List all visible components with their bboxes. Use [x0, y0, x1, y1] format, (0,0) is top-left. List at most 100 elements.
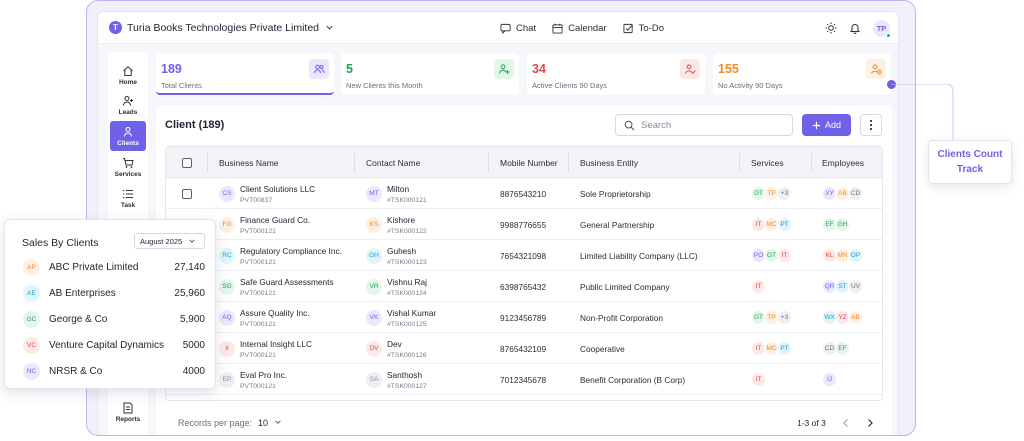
business-id: PVT000121 — [240, 258, 276, 266]
initials-chip[interactable]: UV — [848, 279, 863, 294]
business-name[interactable]: Client Solutions LLC — [240, 184, 315, 194]
business-info: Eval Pro Inc. PVT000121 — [240, 370, 287, 390]
contact-name[interactable]: Vishal Kumar — [387, 308, 436, 318]
sales-row[interactable]: AP ABC Private Limited 27,140 — [23, 257, 205, 277]
initials-chip[interactable]: GH — [835, 217, 850, 232]
initials-chip[interactable]: EF — [835, 341, 850, 356]
stat-new-clients[interactable]: 5 New Clients this Month — [341, 53, 519, 95]
page-range: 1-3 of 3 — [797, 418, 826, 428]
table-row[interactable]: FG Finance Guard Co. PVT000121 KS Kishore #TS… — [166, 209, 882, 240]
user-avatar[interactable]: TP — [873, 19, 891, 38]
add-button[interactable]: Add — [802, 114, 851, 136]
search-input[interactable] — [641, 119, 781, 131]
services-chips: IT MC PT — [751, 217, 792, 232]
business-cell: RC Regulatory Compliance Inc. PVT000121 — [219, 240, 342, 271]
select-all-checkbox[interactable] — [182, 157, 192, 168]
initials-chip[interactable]: +3 — [777, 310, 792, 325]
contact-name[interactable]: Milton — [387, 184, 427, 194]
col-employees[interactable]: Employees — [822, 147, 864, 178]
business-name[interactable]: Safe Guard Assessments — [240, 277, 334, 287]
sales-amount: 25,960 — [174, 287, 205, 299]
org-switcher[interactable]: T Turia Books Technologies Private Limit… — [109, 21, 334, 34]
todo-icon — [623, 23, 633, 33]
business-name[interactable]: Assure Quality Inc. — [240, 308, 310, 318]
task-icon — [123, 189, 133, 198]
sun-icon[interactable] — [825, 22, 837, 34]
sidebar-item-reports[interactable]: Reports — [110, 397, 146, 427]
business-name[interactable]: Internal Insight LLC — [240, 339, 312, 349]
table-row[interactable]: SG Safe Guard Assessments PVT000121 VR Vishn… — [166, 271, 882, 302]
sidebar-item-home[interactable]: Home — [110, 60, 146, 90]
initials-chip[interactable]: IT — [751, 372, 766, 387]
bell-icon[interactable] — [849, 22, 861, 34]
sales-row[interactable]: AE AB Enterprises 25,960 — [23, 283, 205, 303]
table-row[interactable]: CS Client Solutions LLC PVT00837 MT Milton #T… — [166, 178, 882, 209]
search-box[interactable] — [615, 114, 793, 136]
sidebar-item-leads[interactable]: Leads — [110, 90, 146, 120]
initials-chip[interactable]: PT — [777, 217, 792, 232]
contact-name[interactable]: Kishore — [387, 215, 427, 225]
employees-cell: EF GH — [822, 209, 850, 240]
business-avatar: EP — [219, 371, 235, 388]
contact-name[interactable]: Santhosh — [387, 370, 427, 380]
records-select[interactable]: 10 — [258, 418, 268, 428]
stat-no-activity[interactable]: 155 No Activity 90 Days — [713, 53, 891, 95]
contact-id: #TSK000123 — [387, 258, 427, 266]
row-checkbox[interactable] — [182, 188, 192, 199]
initials-chip[interactable]: +3 — [777, 186, 792, 201]
business-name[interactable]: Regulatory Compliance Inc. — [240, 246, 342, 256]
contact-name[interactable]: Guhesh — [387, 246, 427, 256]
initials-chip[interactable]: OP — [848, 248, 863, 263]
contact-id: #TSK000125 — [387, 320, 427, 328]
col-services[interactable]: Services — [751, 147, 784, 178]
nav-chat[interactable]: Chat — [500, 23, 536, 34]
chevron-down-icon[interactable] — [274, 418, 282, 426]
initials-chip[interactable]: PT — [777, 341, 792, 356]
sales-row[interactable]: VC Venture Capital Dynamics 5000 — [23, 335, 205, 355]
nav-chat-label: Chat — [516, 22, 537, 34]
nav-todo[interactable]: To-Do — [623, 23, 664, 34]
services-chips: IT — [751, 372, 766, 387]
contact-id: #TSK000126 — [387, 351, 427, 359]
initials-chip[interactable]: IT — [751, 279, 766, 294]
more-options-button[interactable] — [860, 114, 882, 136]
home-icon — [123, 65, 133, 76]
month-select[interactable]: August 2025 — [134, 233, 205, 249]
sidebar-item-task[interactable]: Task — [110, 183, 146, 213]
table-row[interactable]: AQ Assure Quality Inc. PVT000121 VK Vishal K… — [166, 302, 882, 333]
mobile-number: 9123456789 — [500, 312, 547, 323]
business-avatar: SG — [219, 278, 235, 295]
client-avatar: VC — [23, 336, 40, 354]
contact-info: Vishnu Raj #TSK000124 — [387, 277, 427, 297]
chevron-right-icon[interactable] — [866, 418, 874, 428]
initials-chip[interactable]: AB — [848, 310, 863, 325]
business-name[interactable]: Finance Guard Co. — [240, 215, 310, 225]
sidebar-item-services[interactable]: Services — [110, 152, 146, 182]
services-cell: IT — [751, 364, 766, 395]
initials-chip[interactable]: IT — [777, 248, 792, 263]
col-business-name[interactable]: Business Name — [219, 147, 279, 178]
business-name[interactable]: Eval Pro Inc. — [240, 370, 287, 380]
initials-chip[interactable]: IJ — [822, 372, 837, 387]
sales-row[interactable]: NC NRSR & Co 4000 — [23, 361, 205, 381]
table-row[interactable]: EP Eval Pro Inc. PVT000121 SA Santhosh #TSK00… — [166, 364, 882, 395]
stat-active-clients[interactable]: 34 Active Clients 90 Days — [527, 53, 705, 95]
add-user-icon — [494, 59, 514, 79]
initials-chip[interactable]: CD — [848, 186, 863, 201]
reports-icon — [123, 402, 133, 413]
col-business-entity[interactable]: Business Entity — [580, 147, 638, 178]
services-chips: GT TP +3 — [751, 310, 792, 325]
col-mobile-number[interactable]: Mobile Number — [500, 147, 558, 178]
sidebar-item-clients[interactable]: Clients — [110, 121, 146, 151]
stat-total-clients[interactable]: 189 Total Clients — [156, 53, 334, 95]
col-contact-name[interactable]: Contact Name — [366, 147, 420, 178]
nav-calendar[interactable]: Calendar — [552, 23, 607, 34]
contact-info: Dev #TSK000126 — [387, 339, 427, 359]
contact-name[interactable]: Dev — [387, 339, 427, 349]
sales-row[interactable]: GC George & Co 5,900 — [23, 309, 205, 329]
table-row[interactable]: RC Regulatory Compliance Inc. PVT000121 GH G… — [166, 240, 882, 271]
table-row[interactable]: II Internal Insight LLC PVT000121 DV Dev #TSK… — [166, 333, 882, 364]
chevron-left-icon[interactable] — [842, 418, 850, 428]
contact-name[interactable]: Vishnu Raj — [387, 277, 427, 287]
sales-title: Sales By Clients — [22, 237, 99, 249]
